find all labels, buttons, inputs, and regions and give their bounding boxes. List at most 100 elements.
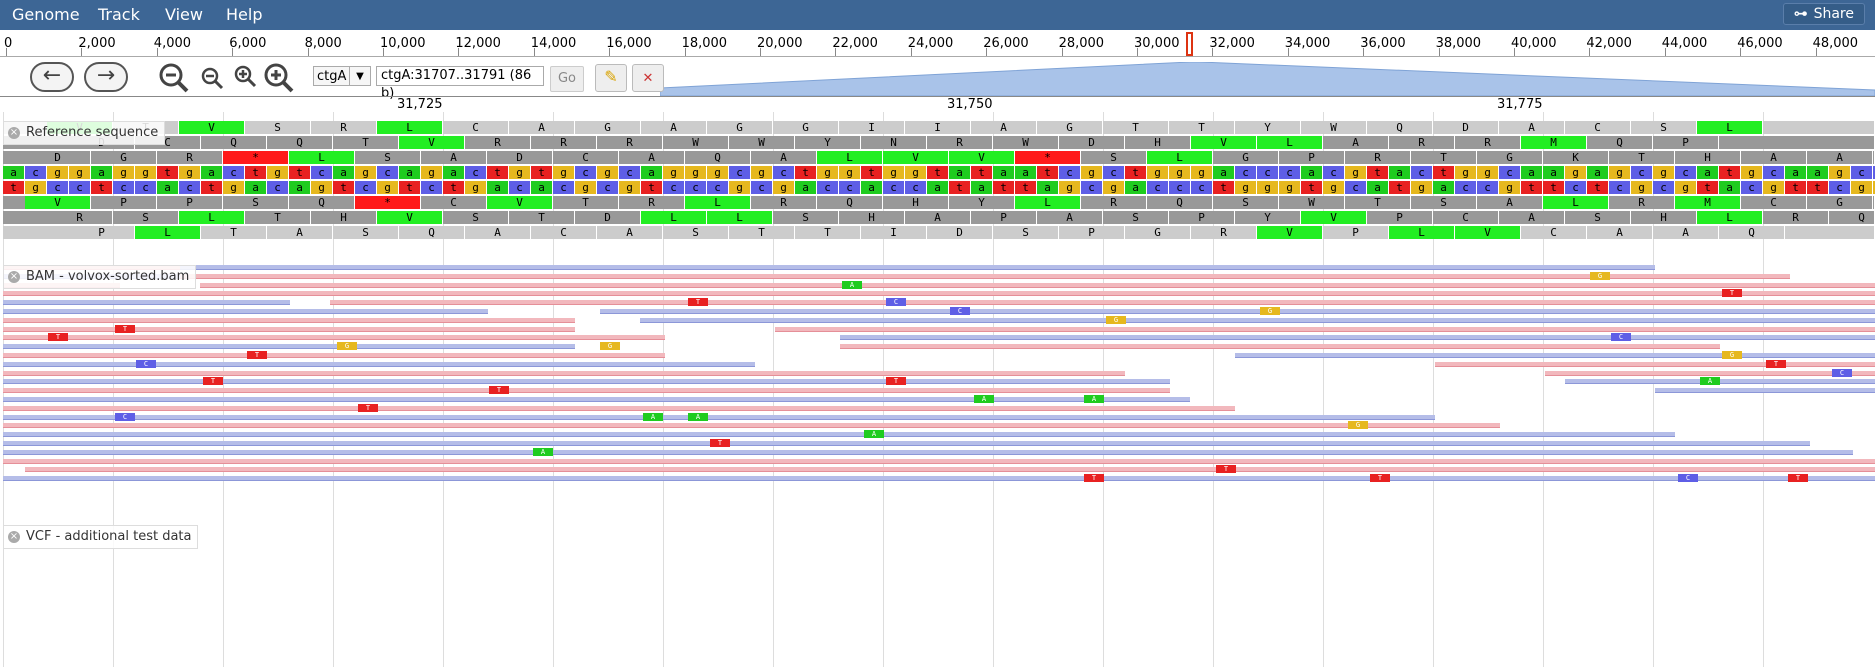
highlight-button[interactable]: ✎ [595,64,627,92]
mismatch-g[interactable]: G [1722,351,1742,359]
overview-location-marker[interactable] [1186,32,1193,56]
read-rev[interactable] [3,476,1875,482]
read-rev[interactable] [840,335,1875,341]
read-fwd[interactable] [25,467,1875,473]
close-icon[interactable]: × [8,127,20,139]
mismatch-t[interactable]: T [1084,474,1104,483]
overview-tick [458,48,460,56]
read-fwd[interactable] [775,326,1875,332]
mismatch-t[interactable]: T [886,377,906,386]
back-button[interactable]: ← [30,62,74,92]
read-rev[interactable] [3,449,1853,455]
zoom-in-button[interactable] [232,64,258,90]
clear-highlight-button[interactable]: ✕ [632,64,664,92]
overview-ruler[interactable]: 0 2,000 4,000 6,000 8,000 10,000 12,000 14,000 1… [0,30,1875,57]
read-rev[interactable] [1565,379,1875,385]
mismatch-c[interactable]: C [886,298,906,307]
mismatch-c[interactable]: C [136,359,156,368]
mismatch-g[interactable]: G [337,342,357,351]
read-fwd[interactable] [3,405,1235,411]
mismatch-c[interactable]: C [1832,368,1852,377]
mismatch-t[interactable]: T [710,439,730,447]
read-rev[interactable] [3,414,1435,420]
zoom-in-big-button[interactable] [262,62,296,96]
mismatch-a[interactable]: A [974,395,994,403]
mismatch-t[interactable]: T [203,377,223,386]
read-rev[interactable] [3,432,1675,438]
read-fwd[interactable] [3,458,1875,464]
read-fwd[interactable] [840,344,1720,350]
read-fwd[interactable] [180,273,1790,279]
mismatch-t[interactable]: T [1788,474,1808,483]
close-icon[interactable]: × [8,531,20,543]
read-fwd[interactable] [3,335,665,341]
read-fwd[interactable] [1545,370,1875,376]
read-rev[interactable] [3,379,1170,385]
mismatch-t[interactable]: T [358,403,378,412]
mismatch-t[interactable]: T [1722,289,1742,298]
mismatch-t[interactable]: T [489,386,509,395]
read-fwd[interactable] [3,423,1500,429]
mismatch-c[interactable]: C [1611,333,1631,342]
read-rev[interactable] [3,309,488,314]
read-rev[interactable] [3,361,755,367]
amino-acid: G [1477,151,1543,164]
track-label-vcf[interactable]: × VCF - additional test data [3,525,199,549]
read-rev[interactable] [3,300,290,306]
mismatch-c[interactable]: C [950,307,970,315]
mismatch-a[interactable]: A [1700,377,1720,386]
mismatch-g[interactable]: G [1590,271,1610,280]
read-rev[interactable] [600,309,1875,314]
read-fwd[interactable] [330,300,1875,306]
location-input[interactable]: ctgA:31707..31791 (86 b) [376,66,544,101]
mismatch-a[interactable]: A [842,280,862,289]
menu-view[interactable]: View [165,5,203,24]
share-button[interactable]: ⊶ Share [1782,3,1865,25]
read-fwd[interactable] [3,291,245,297]
mismatch-a[interactable]: A [533,447,553,456]
mismatch-a[interactable]: A [1084,395,1104,403]
read-fwd[interactable] [245,291,1875,297]
mismatch-t[interactable]: T [247,351,267,359]
mismatch-t[interactable]: T [48,333,68,342]
mismatch-g[interactable]: G [1348,421,1368,430]
menu-track[interactable]: Track [98,5,140,24]
track-label-reference[interactable]: × Reference sequence [3,121,166,145]
close-icon[interactable]: × [8,271,20,283]
mismatch-t[interactable]: T [1216,465,1236,474]
go-button[interactable]: Go [550,66,584,92]
read-rev[interactable] [3,397,1190,402]
forward-button[interactable]: → [84,62,128,92]
mismatch-t[interactable]: T [1766,359,1786,368]
track-label-bam[interactable]: × BAM - volvox-sorted.bam [3,265,197,289]
read-fwd[interactable] [200,282,1875,288]
read-rev[interactable] [1655,388,1875,394]
menu-help[interactable]: Help [226,5,262,24]
mismatch-g[interactable]: G [600,342,620,351]
read-rev[interactable] [180,265,1655,270]
mismatch-a[interactable]: A [864,430,884,439]
mismatch-a[interactable]: A [688,412,708,421]
mismatch-t[interactable]: T [115,324,135,333]
mismatch-a[interactable]: A [643,412,663,421]
read-rev[interactable] [3,344,575,350]
mismatch-c[interactable]: C [115,412,135,421]
read-fwd[interactable] [3,326,575,332]
read-rev[interactable] [3,441,1810,446]
read-fwd[interactable] [3,388,1170,394]
mismatch-g[interactable]: G [1106,315,1126,324]
zoom-out-big-button[interactable] [157,62,191,96]
mismatch-t[interactable]: T [1370,474,1390,483]
read-rev[interactable] [640,317,1875,323]
read-fwd[interactable] [3,370,1125,376]
read-fwd[interactable] [3,317,575,323]
menu-genome[interactable]: Genome [12,5,80,24]
zoom-out-button[interactable] [199,66,225,92]
read-fwd[interactable] [1435,361,1875,367]
reference-select[interactable]: ctgA ▼ [313,66,371,86]
mismatch-t[interactable]: T [688,298,708,307]
read-fwd[interactable] [3,353,665,358]
mismatch-c[interactable]: C [1678,474,1698,483]
mismatch-g[interactable]: G [1260,307,1280,315]
read-rev[interactable] [1235,353,1875,358]
